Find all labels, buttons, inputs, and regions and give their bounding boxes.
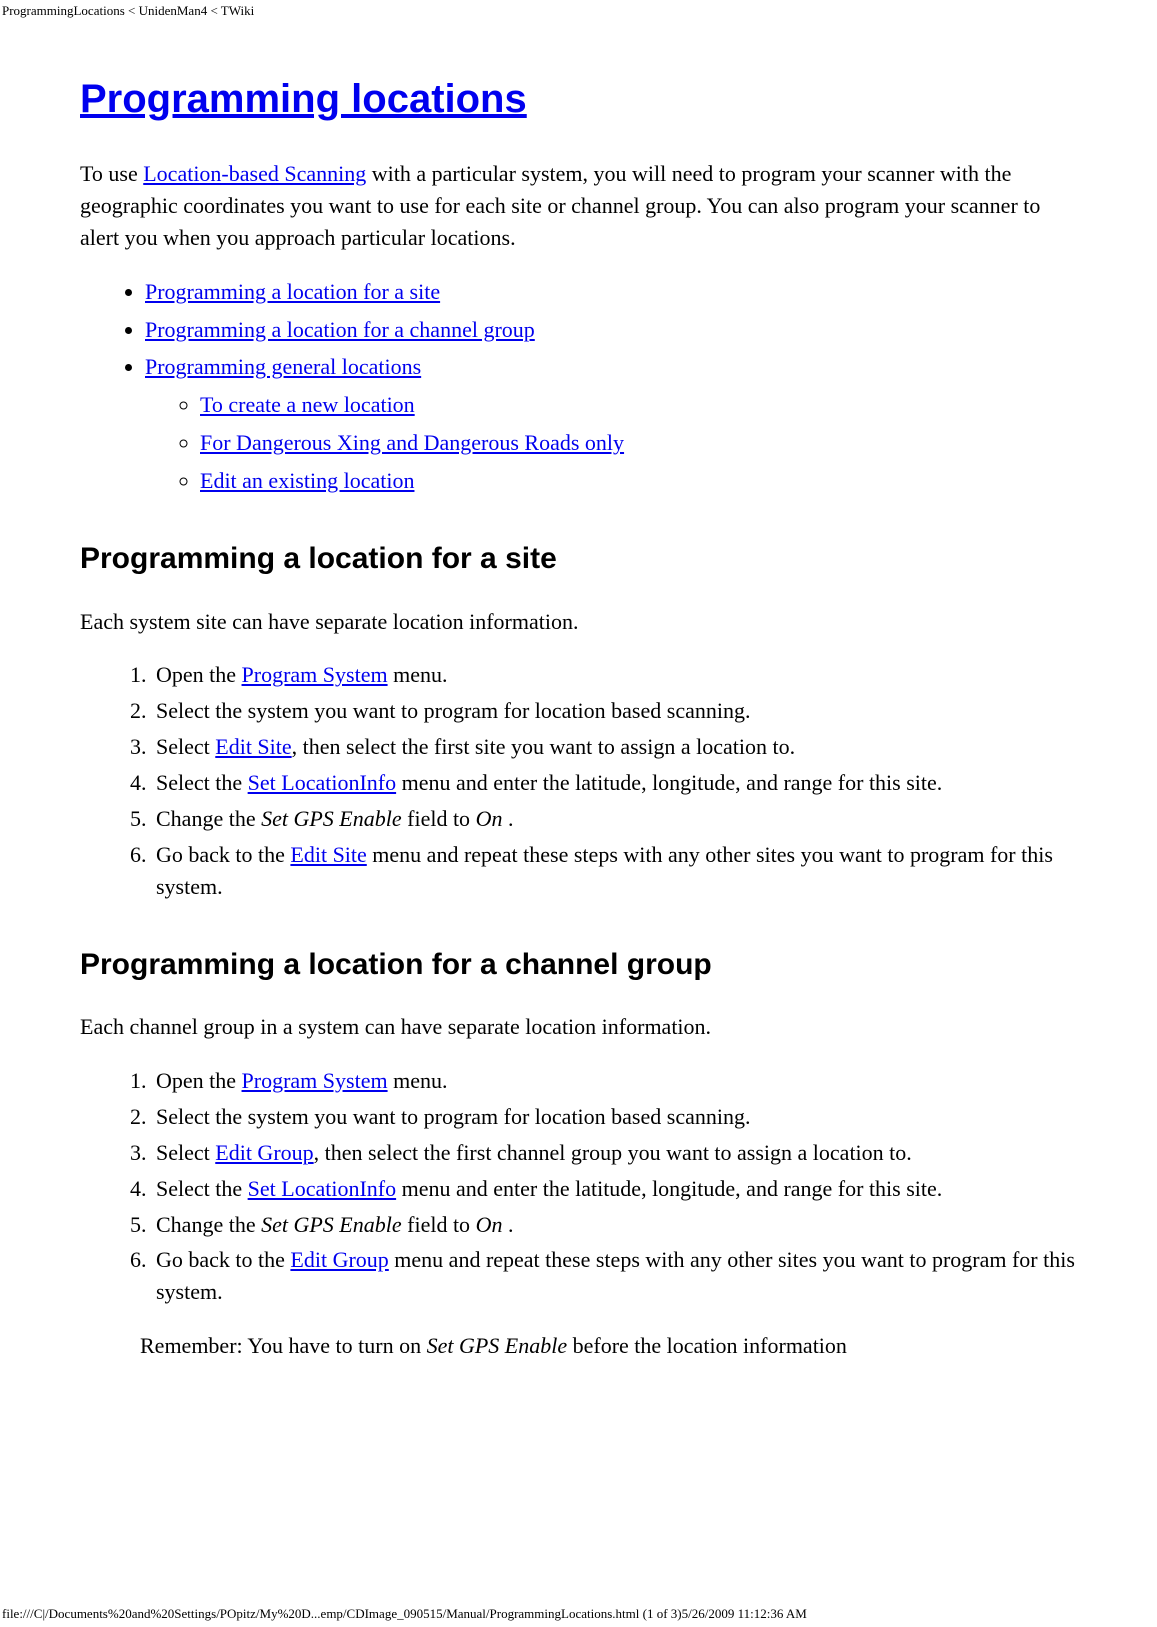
step-item: Go back to the Edit Site menu and repeat…: [152, 839, 1077, 903]
step-text: Change the: [156, 1212, 261, 1237]
steps-list-channel-group: Open the Program System menu. Select the…: [80, 1065, 1077, 1308]
toc-item: Programming a location for a site: [145, 276, 1077, 308]
section-heading-site: Programming a location for a site: [80, 537, 1077, 581]
step-text: Open the: [156, 1068, 242, 1093]
step-text: .: [502, 806, 513, 831]
step-italic: On: [476, 806, 503, 831]
page-header-path: ProgrammingLocations < UnidenMan4 < TWik…: [2, 2, 254, 21]
page-footer-path: file:///C|/Documents%20and%20Settings/PO…: [2, 1605, 807, 1624]
note-text: Remember: You have to turn on: [140, 1333, 427, 1358]
toc-link-dangerous[interactable]: For Dangerous Xing and Dangerous Roads o…: [200, 430, 624, 455]
step-text: menu and enter the latitude, longitude, …: [396, 1176, 942, 1201]
step-italic: On: [476, 1212, 503, 1237]
step-text: , then select the first channel group yo…: [314, 1140, 912, 1165]
step-italic: Set GPS Enable: [261, 1212, 402, 1237]
step-text: , then select the first site you want to…: [292, 734, 795, 759]
step-text: menu.: [388, 662, 448, 687]
step-item: Open the Program System menu.: [152, 659, 1077, 691]
set-locationinfo-link[interactable]: Set LocationInfo: [248, 770, 396, 795]
step-text: .: [502, 1212, 513, 1237]
program-system-link[interactable]: Program System: [242, 1068, 388, 1093]
toc-link-channel-group[interactable]: Programming a location for a channel gro…: [145, 317, 535, 342]
step-item: Change the Set GPS Enable field to On .: [152, 1209, 1077, 1241]
edit-site-link[interactable]: Edit Site: [290, 842, 366, 867]
step-text: Select the: [156, 1176, 248, 1201]
step-text: Select: [156, 734, 215, 759]
toc-subitem: To create a new location: [200, 389, 1077, 421]
note-italic: Set GPS Enable: [427, 1333, 568, 1358]
toc-sublist: To create a new location For Dangerous X…: [145, 389, 1077, 497]
intro-text-1: To use: [80, 161, 143, 186]
toc-link-create-new[interactable]: To create a new location: [200, 392, 415, 417]
step-item: Select the Set LocationInfo menu and ent…: [152, 767, 1077, 799]
step-text: Go back to the: [156, 842, 290, 867]
location-based-scanning-link[interactable]: Location-based Scanning: [143, 161, 366, 186]
step-text: Select: [156, 1140, 215, 1165]
step-text: menu and enter the latitude, longitude, …: [396, 770, 942, 795]
document-body: Programming locations To use Location-ba…: [0, 0, 1157, 1424]
step-text: field to: [402, 1212, 476, 1237]
toc-link-site[interactable]: Programming a location for a site: [145, 279, 440, 304]
step-text: Go back to the: [156, 1247, 290, 1272]
toc-item: Programming a location for a channel gro…: [145, 314, 1077, 346]
toc-subitem: Edit an existing location: [200, 465, 1077, 497]
toc-subitem: For Dangerous Xing and Dangerous Roads o…: [200, 427, 1077, 459]
note-text: before the location information: [567, 1333, 847, 1358]
page-title[interactable]: Programming locations: [80, 70, 1077, 128]
steps-list-site: Open the Program System menu. Select the…: [80, 659, 1077, 902]
step-item: Open the Program System menu.: [152, 1065, 1077, 1097]
toc-item: Programming general locations To create …: [145, 351, 1077, 497]
step-item: Change the Set GPS Enable field to On .: [152, 803, 1077, 835]
step-item: Select Edit Site, then select the first …: [152, 731, 1077, 763]
set-locationinfo-link[interactable]: Set LocationInfo: [248, 1176, 396, 1201]
step-item: Select the system you want to program fo…: [152, 1101, 1077, 1133]
toc-link-general[interactable]: Programming general locations: [145, 354, 421, 379]
table-of-contents: Programming a location for a site Progra…: [80, 276, 1077, 497]
section-heading-channel-group: Programming a location for a channel gro…: [80, 943, 1077, 987]
step-text: Change the: [156, 806, 261, 831]
program-system-link[interactable]: Program System: [242, 662, 388, 687]
edit-group-link[interactable]: Edit Group: [290, 1247, 388, 1272]
step-item: Select the system you want to program fo…: [152, 695, 1077, 727]
step-text: Open the: [156, 662, 242, 687]
step-text: Select the: [156, 770, 248, 795]
edit-site-link[interactable]: Edit Site: [215, 734, 291, 759]
intro-paragraph: To use Location-based Scanning with a pa…: [80, 158, 1077, 254]
step-item: Go back to the Edit Group menu and repea…: [152, 1244, 1077, 1308]
edit-group-link[interactable]: Edit Group: [215, 1140, 313, 1165]
step-text: menu.: [388, 1068, 448, 1093]
remember-note: Remember: You have to turn on Set GPS En…: [140, 1330, 1077, 1362]
step-item: Select Edit Group, then select the first…: [152, 1137, 1077, 1169]
step-italic: Set GPS Enable: [261, 806, 402, 831]
section-intro-channel-group: Each channel group in a system can have …: [80, 1011, 1077, 1043]
section-intro-site: Each system site can have separate locat…: [80, 606, 1077, 638]
step-text: field to: [402, 806, 476, 831]
step-item: Select the Set LocationInfo menu and ent…: [152, 1173, 1077, 1205]
toc-link-edit-existing[interactable]: Edit an existing location: [200, 468, 414, 493]
